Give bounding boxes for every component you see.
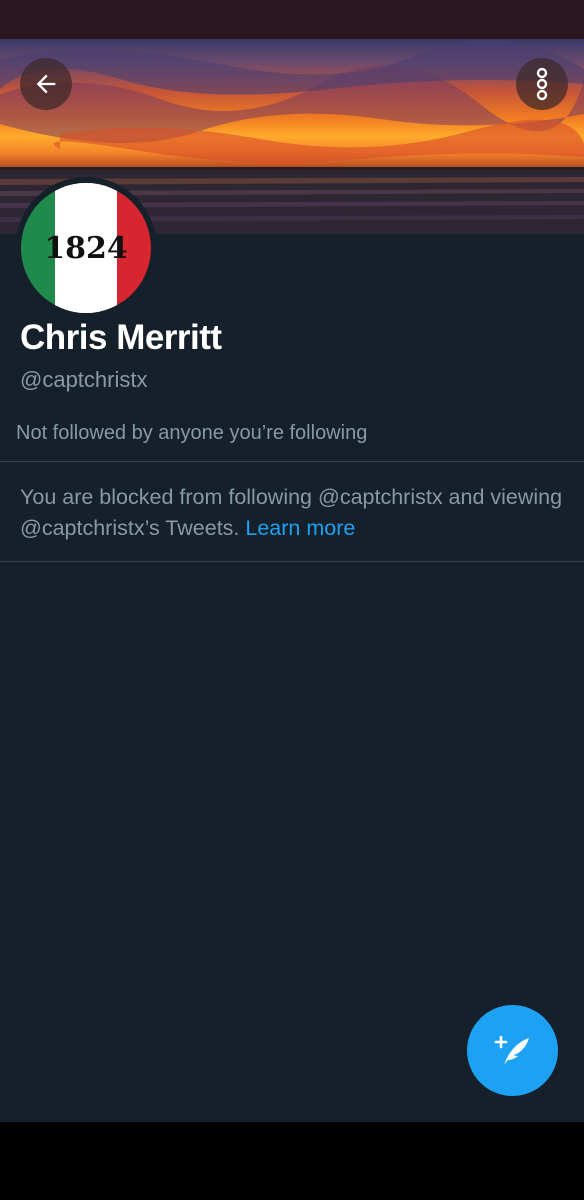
status-bar bbox=[0, 0, 584, 39]
more-vertical-icon bbox=[536, 67, 548, 101]
divider bbox=[0, 561, 584, 562]
divider bbox=[0, 461, 584, 462]
avatar-image: 1824 bbox=[21, 183, 151, 313]
compose-tweet-button[interactable] bbox=[467, 1005, 558, 1096]
avatar-text: 1824 bbox=[44, 230, 128, 266]
back-button[interactable] bbox=[20, 58, 72, 110]
avatar[interactable]: 1824 bbox=[15, 177, 157, 319]
profile-screen: 1824 Chris Merritt @captchristx Not foll… bbox=[0, 0, 584, 1200]
system-navigation-bar bbox=[0, 1122, 584, 1200]
more-options-button[interactable] bbox=[516, 58, 568, 110]
compose-tweet-icon bbox=[494, 1035, 529, 1065]
arrow-left-icon bbox=[36, 74, 56, 94]
display-name: Chris Merritt bbox=[20, 318, 222, 357]
learn-more-link[interactable]: Learn more bbox=[245, 516, 355, 540]
blocked-message: You are blocked from following @captchri… bbox=[20, 482, 565, 544]
followed-by-text: Not followed by anyone you’re following bbox=[16, 422, 368, 444]
user-handle: @captchristx bbox=[20, 367, 148, 392]
